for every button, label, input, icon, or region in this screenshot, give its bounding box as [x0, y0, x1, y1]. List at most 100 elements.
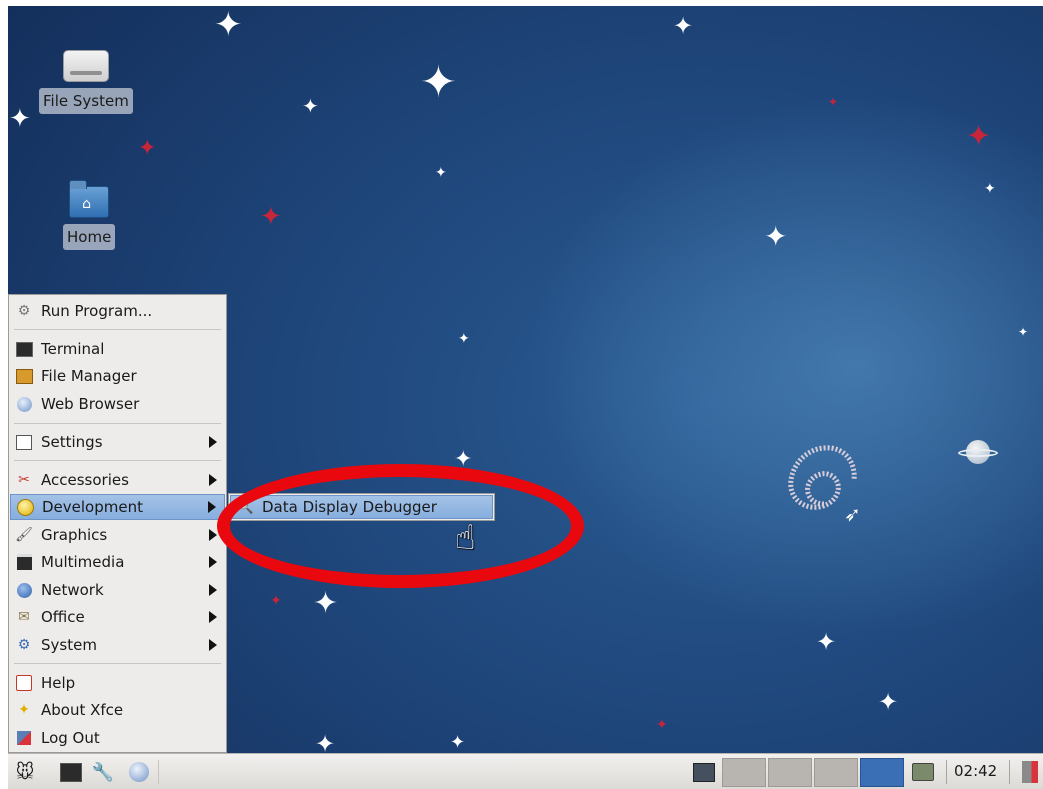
- star-decoration: ✦: [673, 12, 694, 40]
- debugger-icon: 🔍: [236, 499, 254, 515]
- star-decoration: ✦: [302, 94, 319, 118]
- menu-item-office[interactable]: ✉ Office: [10, 604, 225, 630]
- menu-item-network[interactable]: Network: [10, 577, 225, 603]
- office-icon: ✉: [18, 609, 30, 625]
- planet-decoration: [958, 440, 998, 464]
- star-decoration: ✦: [454, 447, 473, 472]
- drive-icon: [62, 50, 109, 82]
- desktop-icon-label: File System: [39, 88, 133, 114]
- star-decoration: ✦: [260, 202, 282, 232]
- menu-item-terminal[interactable]: Terminal: [10, 336, 225, 362]
- submenu-arrow-icon: [208, 501, 216, 513]
- star-icon: ✦: [18, 702, 30, 718]
- clapper-icon: [15, 553, 33, 571]
- menu-item-label: Network: [41, 581, 104, 599]
- workspace-1[interactable]: [722, 758, 766, 787]
- taskbar-panel: 🐭 🔧 02:42: [8, 753, 1043, 789]
- submenu-arrow-icon: [209, 529, 217, 541]
- panel-separator: [946, 760, 947, 784]
- menu-item-log-out[interactable]: Log Out: [10, 725, 225, 751]
- hand-cursor-icon: ☝: [455, 518, 476, 558]
- star-decoration: ✦: [420, 57, 457, 108]
- xfce-mouse-icon[interactable]: 🐭: [12, 759, 38, 785]
- rocket-decoration: ➶: [844, 502, 861, 526]
- menu-item-label: Help: [41, 674, 76, 692]
- menu-item-label: Accessories: [41, 471, 129, 489]
- menu-item-label: Terminal: [41, 340, 105, 358]
- system-gear-icon: ⚙: [17, 637, 31, 653]
- settings-icon: [15, 433, 33, 451]
- menu-item-label: Web Browser: [41, 395, 140, 413]
- menu-item-help[interactable]: Help: [10, 670, 225, 696]
- menu-separator: [14, 663, 221, 664]
- menu-item-label: Graphics: [41, 526, 108, 544]
- menu-separator: [14, 329, 221, 330]
- clock[interactable]: 02:42: [954, 762, 997, 780]
- star-decoration: ✦: [878, 688, 899, 716]
- workspace-4[interactable]: [860, 758, 904, 787]
- run-icon: ⚙: [17, 303, 31, 319]
- menu-item-label: Run Program...: [41, 302, 153, 320]
- globe-icon[interactable]: [126, 759, 152, 785]
- file-manager-icon: [15, 367, 33, 385]
- menu-item-label: Log Out: [41, 729, 100, 747]
- menu-item-label: Development: [42, 498, 143, 516]
- star-decoration: ✦: [984, 181, 996, 197]
- network-status-icon[interactable]: [691, 759, 717, 785]
- star-decoration: ✦: [764, 220, 788, 253]
- menu-item-file-manager[interactable]: File Manager: [10, 363, 225, 389]
- menu-separator: [14, 423, 221, 424]
- menu-item-accessories[interactable]: ✂ Accessories: [10, 467, 225, 493]
- star-decoration: ✦: [656, 717, 668, 733]
- menu-item-label: About Xfce: [41, 701, 124, 719]
- star-decoration: ✦: [816, 628, 837, 656]
- menu-separator: [14, 460, 221, 461]
- menu-item-system[interactable]: ⚙ System: [10, 632, 225, 658]
- star-decoration: ✦: [270, 593, 282, 609]
- help-icon: [15, 674, 33, 692]
- workspace-2[interactable]: [768, 758, 812, 787]
- logout-icon[interactable]: [1017, 759, 1043, 785]
- submenu-arrow-icon: [209, 611, 217, 623]
- desktop-icon-home[interactable]: ⌂ Home: [63, 180, 116, 250]
- workspace-3[interactable]: [814, 758, 858, 787]
- star-decoration: ✦: [458, 331, 470, 347]
- star-decoration: ✦: [315, 730, 336, 753]
- desktop-icon-file-system[interactable]: File System: [39, 50, 133, 114]
- brush-icon: 🖌: [15, 527, 33, 543]
- star-decoration: ✦: [828, 95, 839, 109]
- star-decoration: ✦: [313, 586, 339, 621]
- terminal-icon: [15, 340, 33, 358]
- menu-item-graphics[interactable]: 🖌 Graphics: [10, 522, 225, 548]
- star-decoration: ✦: [214, 6, 243, 45]
- network-icon: [15, 581, 33, 599]
- development-submenu: 🔍 Data Display Debugger: [228, 493, 495, 521]
- menu-item-label: Multimedia: [41, 553, 125, 571]
- menu-item-multimedia[interactable]: Multimedia: [10, 549, 225, 575]
- desktop-icon-label: Home: [63, 224, 116, 250]
- submenu-arrow-icon: [209, 639, 217, 651]
- star-decoration: ✦: [450, 732, 466, 753]
- menu-item-label: File Manager: [41, 367, 137, 385]
- globe-icon: [15, 395, 33, 413]
- applications-menu: ⚙ Run Program... Terminal File Manager W…: [8, 294, 227, 753]
- submenu-arrow-icon: [209, 474, 217, 486]
- menu-item-run-program[interactable]: ⚙ Run Program...: [10, 298, 225, 324]
- menu-item-label: Office: [41, 608, 85, 626]
- star-decoration: ✦: [966, 119, 992, 154]
- menu-item-about-xfce[interactable]: ✦ About Xfce: [10, 697, 225, 723]
- terminal-icon[interactable]: [58, 759, 84, 785]
- panel-separator: [158, 760, 159, 784]
- development-icon: [16, 498, 34, 516]
- menu-item-web-browser[interactable]: Web Browser: [10, 391, 225, 417]
- panel-separator: [1009, 760, 1010, 784]
- logout-icon: [15, 729, 33, 747]
- menu-item-development[interactable]: Development: [10, 494, 225, 520]
- menu-item-settings[interactable]: Settings: [10, 429, 225, 455]
- show-desktop-icon[interactable]: [910, 759, 936, 785]
- menu-item-label: Data Display Debugger: [262, 498, 437, 516]
- menu-item-data-display-debugger[interactable]: 🔍 Data Display Debugger: [230, 495, 493, 519]
- settings-icon[interactable]: 🔧: [90, 759, 116, 785]
- menu-item-label: System: [41, 636, 97, 654]
- star-decoration: ✦: [1018, 325, 1029, 339]
